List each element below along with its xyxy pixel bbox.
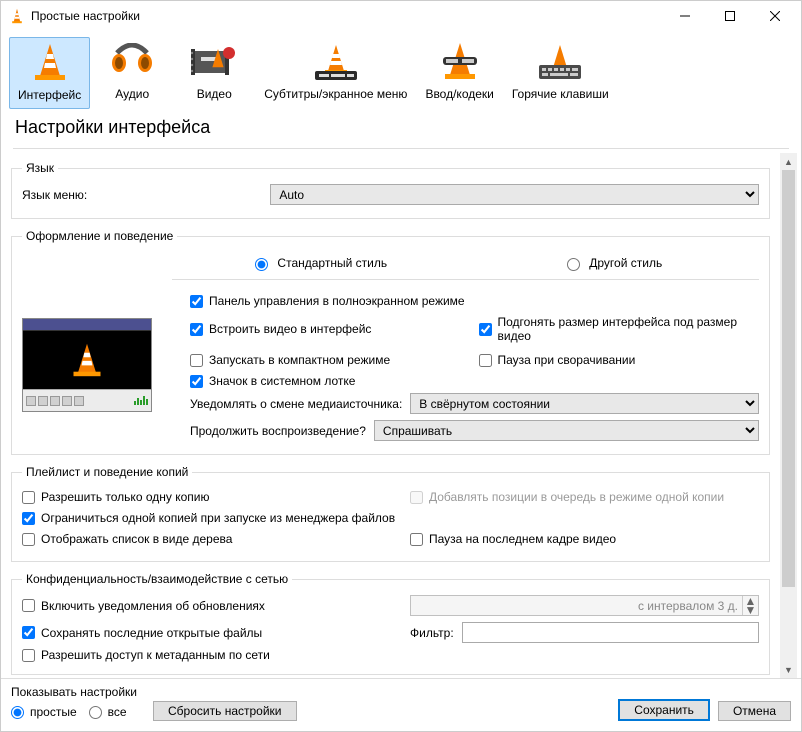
look-behavior-group: Оформление и поведение Стандартный стиль… bbox=[11, 229, 770, 455]
style-other-radio[interactable] bbox=[567, 258, 580, 271]
tab-subtitles[interactable]: Субтитры/экранное меню bbox=[256, 37, 415, 109]
enqueue-checkbox bbox=[410, 491, 423, 504]
reset-button[interactable]: Сбросить настройки bbox=[153, 701, 296, 721]
playlist-legend: Плейлист и поведение копий bbox=[22, 465, 192, 479]
app-cone-icon bbox=[9, 8, 25, 24]
continue-label: Продолжить воспроизведение? bbox=[190, 424, 366, 438]
tab-interface[interactable]: Интерфейс bbox=[9, 37, 90, 109]
updates-checkbox[interactable] bbox=[22, 599, 35, 612]
subtitles-icon bbox=[264, 41, 407, 83]
scroll-down-icon[interactable]: ▼ bbox=[780, 661, 797, 678]
audio-icon bbox=[100, 41, 164, 83]
show-settings-label: Показывать настройки bbox=[11, 685, 137, 703]
close-button[interactable] bbox=[752, 2, 797, 30]
scroll-up-icon[interactable]: ▲ bbox=[780, 153, 797, 170]
window-title: Простые настройки bbox=[31, 9, 662, 23]
filter-input[interactable] bbox=[462, 622, 759, 643]
style-other-label: Другой стиль bbox=[589, 256, 662, 270]
privacy-group: Конфиденциальность/взаимодействие с сеть… bbox=[11, 572, 770, 675]
divider bbox=[13, 148, 789, 149]
category-tabbar: Интерфейс Аудио Видео Субтитры/экранное … bbox=[1, 31, 801, 111]
scroll-thumb[interactable] bbox=[782, 170, 795, 587]
embed-video-checkbox[interactable] bbox=[190, 323, 203, 336]
playlist-group: Плейлист и поведение копий Разрешить тол… bbox=[11, 465, 770, 562]
save-recent-checkbox[interactable] bbox=[22, 626, 35, 639]
start-minimal-checkbox[interactable] bbox=[190, 354, 203, 367]
metadata-checkbox[interactable] bbox=[22, 649, 35, 662]
language-legend: Язык bbox=[22, 161, 58, 175]
settings-scroll-area: Язык Язык меню: Auto Оформление и поведе… bbox=[1, 153, 780, 678]
pause-last-frame-checkbox[interactable] bbox=[410, 533, 423, 546]
fullscreen-controls-checkbox[interactable] bbox=[190, 295, 203, 308]
notify-label: Уведомлять о смене медиаисточника: bbox=[190, 397, 402, 411]
hotkeys-icon bbox=[512, 41, 609, 83]
interface-icon bbox=[18, 42, 81, 84]
minimize-button[interactable] bbox=[662, 2, 707, 30]
one-instance-checkbox[interactable] bbox=[22, 491, 35, 504]
pause-minimize-checkbox[interactable] bbox=[479, 354, 492, 367]
all-settings-radio[interactable] bbox=[89, 706, 102, 719]
systray-checkbox[interactable] bbox=[190, 375, 203, 388]
tree-playlist-checkbox[interactable] bbox=[22, 533, 35, 546]
input-icon bbox=[425, 41, 493, 83]
notify-select[interactable]: В свёрнутом состоянии bbox=[410, 393, 759, 414]
style-standard-label: Стандартный стиль bbox=[277, 256, 387, 270]
tab-video[interactable]: Видео bbox=[174, 37, 254, 109]
menu-language-label: Язык меню: bbox=[22, 188, 262, 202]
save-button[interactable]: Сохранить bbox=[618, 699, 710, 721]
look-legend: Оформление и поведение bbox=[22, 229, 177, 243]
resize-to-video-checkbox[interactable] bbox=[479, 323, 492, 336]
menu-language-select[interactable]: Auto bbox=[270, 184, 759, 205]
update-interval-spinner[interactable]: с интервалом 3 д.▲▼ bbox=[410, 595, 759, 616]
page-title: Настройки интерфейса bbox=[1, 111, 801, 148]
language-group: Язык Язык меню: Auto bbox=[11, 161, 770, 219]
one-from-fm-checkbox[interactable] bbox=[22, 512, 35, 525]
skin-preview bbox=[22, 318, 152, 412]
tab-hotkeys[interactable]: Горячие клавиши bbox=[504, 37, 617, 109]
filter-label: Фильтр: bbox=[410, 626, 454, 640]
style-standard-radio[interactable] bbox=[255, 258, 268, 271]
maximize-button[interactable] bbox=[707, 2, 752, 30]
footer-bar: Показывать настройки простые все Сбросит… bbox=[1, 678, 801, 731]
tab-audio[interactable]: Аудио bbox=[92, 37, 172, 109]
simple-settings-radio[interactable] bbox=[11, 706, 24, 719]
vertical-scrollbar[interactable]: ▲ ▼ bbox=[780, 153, 797, 678]
continue-select[interactable]: Спрашивать bbox=[374, 420, 759, 441]
tab-input-codecs[interactable]: Ввод/кодеки bbox=[417, 37, 501, 109]
cancel-button[interactable]: Отмена bbox=[718, 701, 791, 721]
video-icon bbox=[182, 41, 246, 83]
titlebar: Простые настройки bbox=[1, 1, 801, 31]
privacy-legend: Конфиденциальность/взаимодействие с сеть… bbox=[22, 572, 292, 586]
